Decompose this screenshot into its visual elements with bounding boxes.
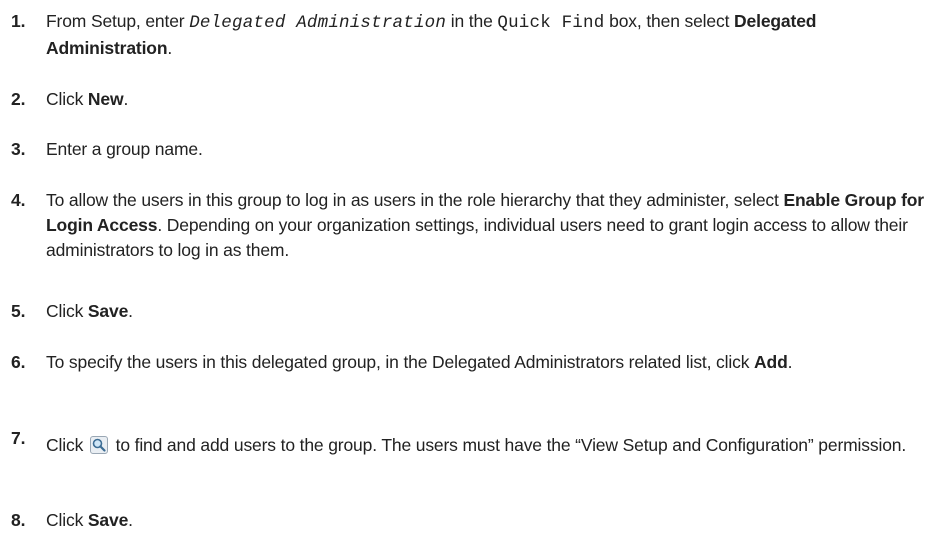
instruction-steps: 1. From Setup, enter Delegated Administr… (0, 0, 949, 544)
text-run: To specify the users in this delegated g… (46, 352, 755, 372)
text-run: . (123, 89, 129, 109)
step-number: 1. (11, 11, 26, 31)
text-run: in the (446, 11, 498, 31)
text-run: Click (46, 89, 88, 109)
text-run: To allow the users in this group to log … (46, 190, 784, 210)
text-run: From Setup, enter (46, 11, 190, 31)
text-run: box, then select (604, 11, 735, 31)
step-text: Click New. (46, 87, 940, 112)
text-run: Click (46, 301, 88, 321)
text-run: Enter a group name. (46, 139, 203, 159)
code-quick-find-term: Delegated Administration (189, 13, 447, 33)
code-quick-find-box: Quick Find (497, 13, 605, 33)
step-text: To specify the users in this delegated g… (46, 350, 940, 375)
step-number: 5. (11, 301, 26, 321)
text-run: . Depending on your organization setting… (46, 215, 908, 260)
step-text: Click to find and add users to the group… (46, 433, 940, 458)
text-run: . (128, 510, 133, 530)
text-run: . (787, 352, 793, 372)
step-text: Click Save. (46, 508, 940, 533)
text-run: . (128, 301, 133, 321)
step-number: 2. (11, 89, 26, 109)
step-text: Click Save. (46, 299, 940, 324)
text-run: Click (46, 510, 88, 530)
text-run: Click (46, 435, 88, 455)
text-run: . (167, 38, 173, 58)
ui-label-save: Save (87, 301, 129, 321)
ui-label-add: Add (754, 352, 788, 372)
step-number: 3. (11, 139, 26, 159)
ui-label-new: New (87, 89, 124, 109)
text-run: to find and add users to the group. The … (110, 435, 907, 455)
step-text: Enter a group name. (46, 137, 940, 162)
step-number: 4. (11, 190, 26, 210)
step-text: To allow the users in this group to log … (46, 188, 940, 263)
lookup-magnifier-icon (89, 436, 108, 454)
ui-label-save: Save (87, 510, 129, 530)
step-number: 6. (11, 352, 26, 372)
step-number: 8. (11, 510, 26, 530)
step-number: 7. (11, 428, 26, 448)
step-text: From Setup, enter Delegated Administrati… (46, 9, 940, 61)
